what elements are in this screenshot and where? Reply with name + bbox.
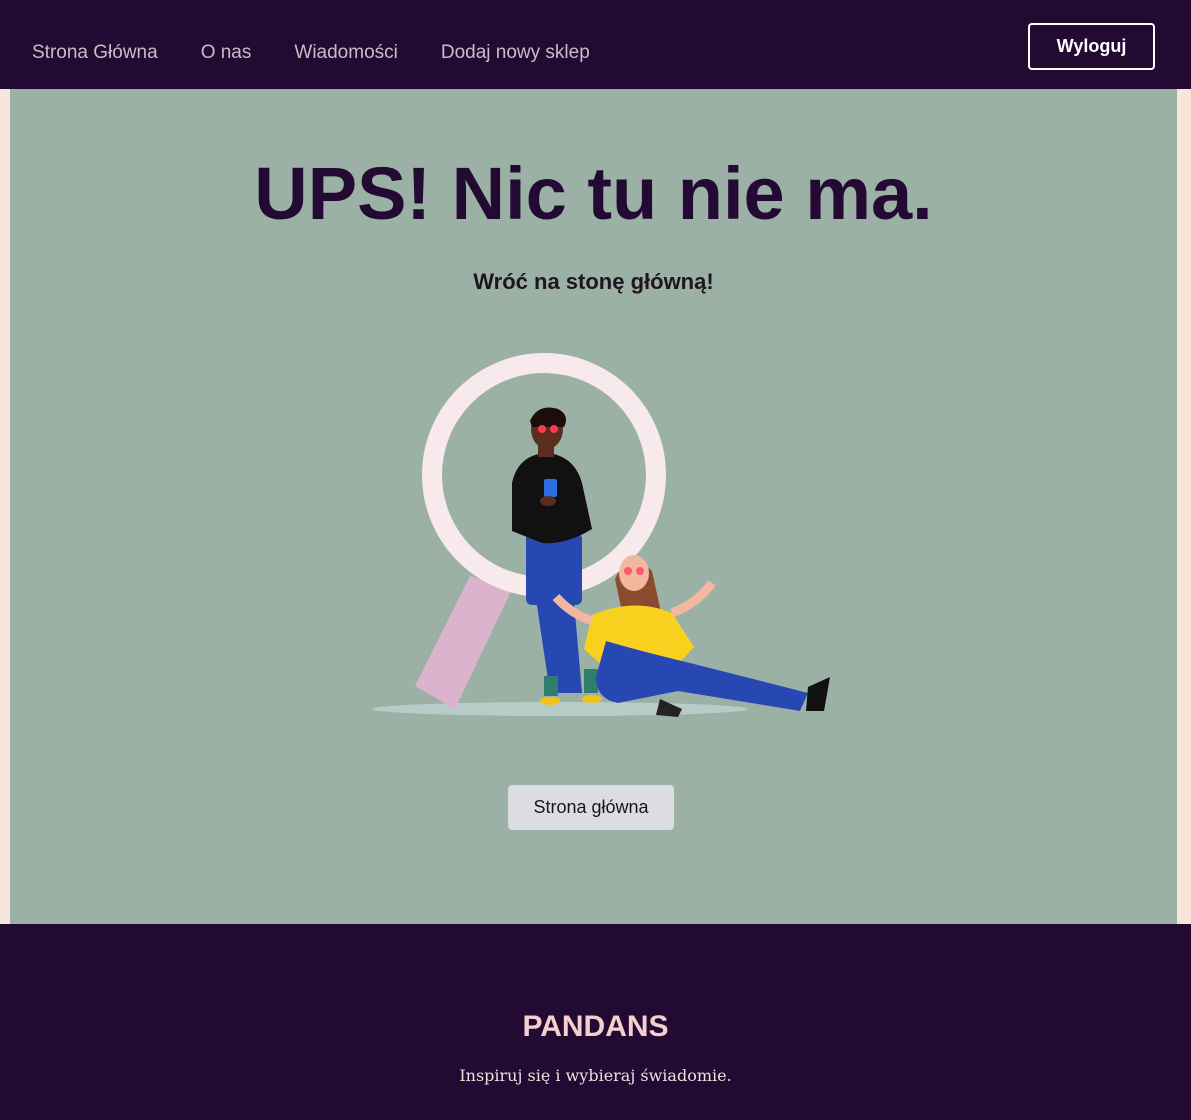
magnifier-people-illustration xyxy=(372,353,830,717)
nav-link-add-store[interactable]: Dodaj nowy sklep xyxy=(441,42,590,64)
nav-link-about[interactable]: O nas xyxy=(201,42,252,64)
ground-shadow xyxy=(372,702,748,716)
home-button[interactable]: Strona główna xyxy=(508,785,674,830)
top-navbar: Strona Główna O nas Wiadomości Dodaj now… xyxy=(0,0,1191,89)
footer: PANDANS Inspiruj się i wybieraj świadomi… xyxy=(0,924,1191,1120)
nav-link-home[interactable]: Strona Główna xyxy=(32,42,158,64)
logout-button[interactable]: Wyloguj xyxy=(1028,23,1155,70)
footer-brand: PANDANS xyxy=(522,1010,669,1043)
page-title: UPS! Nic tu nie ma. xyxy=(254,152,933,235)
nav-links: Strona Główna O nas Wiadomości Dodaj now… xyxy=(32,0,633,89)
main-content: UPS! Nic tu nie ma. Wróć na stonę główną… xyxy=(10,89,1177,924)
footer-tagline: Inspiruj się i wybieraj świadomie. xyxy=(459,1066,732,1085)
page-subtitle: Wróć na stonę główną! xyxy=(473,269,714,294)
standing-person xyxy=(512,407,602,705)
nav-link-messages[interactable]: Wiadomości xyxy=(294,42,397,64)
magnifier-handle xyxy=(415,576,512,709)
